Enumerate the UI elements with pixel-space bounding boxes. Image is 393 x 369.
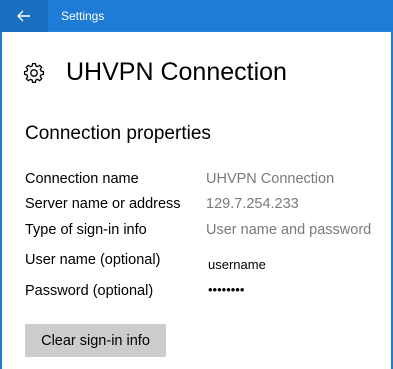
window-left-border [0,32,2,369]
connection-name-value: UHVPN Connection [206,171,335,187]
page-title: UHVPN Connection [66,58,287,86]
back-button[interactable] [0,0,48,32]
sign-in-type-value: User name and password [206,222,372,238]
app-title: Settings [61,9,105,23]
gear-icon [23,62,45,84]
server-address-value: 129.7.254.233 [206,196,299,212]
password-field[interactable]: •••••••• [208,282,244,298]
server-address-label: Server name or address [25,196,181,212]
username-field[interactable]: username [208,257,266,273]
title-bar: Settings [0,0,393,32]
back-arrow-icon [17,10,31,22]
sign-in-type-label: Type of sign-in info [25,222,147,238]
username-label: User name (optional) [25,252,161,268]
section-title: Connection properties [25,123,211,144]
password-label: Password (optional) [25,283,154,299]
clear-sign-in-button[interactable]: Clear sign-in info [25,324,166,357]
connection-name-label: Connection name [25,171,139,187]
